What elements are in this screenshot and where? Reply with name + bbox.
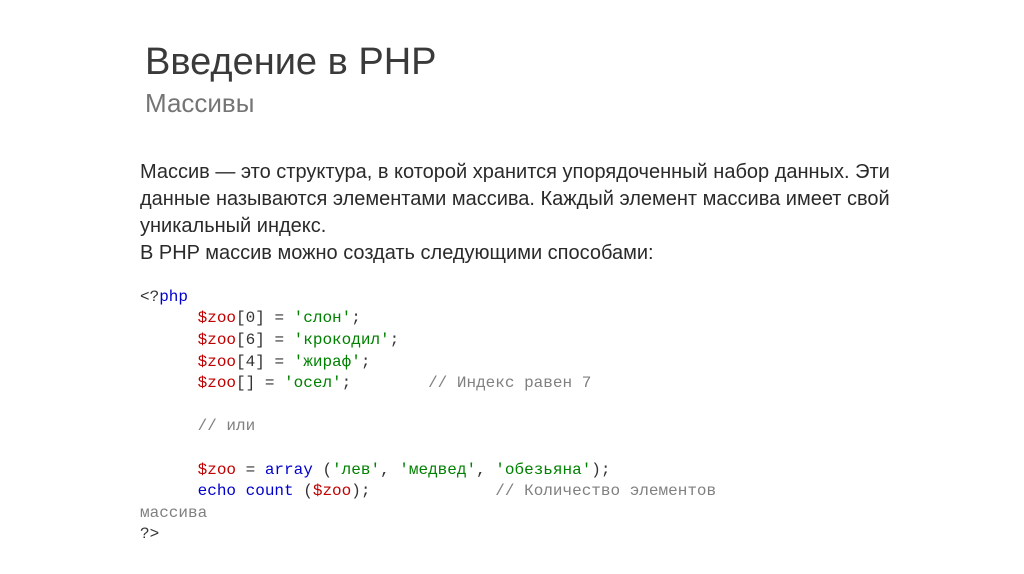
code-line: <?php [140, 287, 964, 309]
php-string: 'жираф' [294, 353, 361, 371]
php-variable: $zoo [198, 461, 236, 479]
code-line: $zoo[6] = 'крокодил'; [140, 330, 964, 352]
php-variable: $zoo [198, 309, 236, 327]
code-line: // или [140, 416, 964, 438]
php-variable: $zoo [198, 374, 236, 392]
php-comment: // Индекс равен 7 [428, 374, 591, 392]
code-line-blank [140, 395, 964, 417]
php-string: 'крокодил' [294, 331, 390, 349]
php-number: 6 [246, 331, 256, 349]
php-string: 'медвед' [399, 461, 476, 479]
intro-paragraph: Массив — это структура, в которой хранит… [140, 159, 964, 267]
php-keyword: php [159, 288, 188, 306]
php-close-tag: ?> [140, 525, 159, 543]
php-keyword: echo [198, 482, 236, 500]
code-line: $zoo = array ('лев', 'медвед', 'обезьяна… [140, 460, 964, 482]
code-line: ?> [140, 524, 964, 546]
page-subtitle: Массивы [145, 88, 964, 119]
php-variable: $zoo [313, 482, 351, 500]
php-variable: $zoo [198, 331, 236, 349]
php-string: 'лев' [332, 461, 380, 479]
php-comment: // или [198, 417, 256, 435]
php-string: 'обезьяна' [495, 461, 591, 479]
code-line: $zoo[0] = 'слон'; [140, 308, 964, 330]
code-line: $zoo[] = 'осел'; // Индекс равен 7 [140, 373, 964, 395]
title-block: Введение в PHP Массивы [145, 40, 964, 119]
php-function: array [265, 461, 313, 479]
page-title: Введение в PHP [145, 40, 964, 86]
php-function: count [246, 482, 294, 500]
php-variable: $zoo [198, 353, 236, 371]
php-string: 'осел' [284, 374, 342, 392]
php-comment: // Количество элементов [495, 482, 716, 500]
php-string: 'слон' [294, 309, 352, 327]
code-line: массива [140, 503, 964, 525]
php-number: 0 [246, 309, 256, 327]
code-line: $zoo[4] = 'жираф'; [140, 352, 964, 374]
php-code-block: <?php $zoo[0] = 'слон'; $zoo[6] = 'кроко… [140, 287, 964, 546]
code-line: echo count ($zoo); // Количество элемент… [140, 481, 964, 503]
php-number: 4 [246, 353, 256, 371]
php-comment: массива [140, 504, 207, 522]
php-open-tag: <? [140, 288, 159, 306]
code-line-blank [140, 438, 964, 460]
